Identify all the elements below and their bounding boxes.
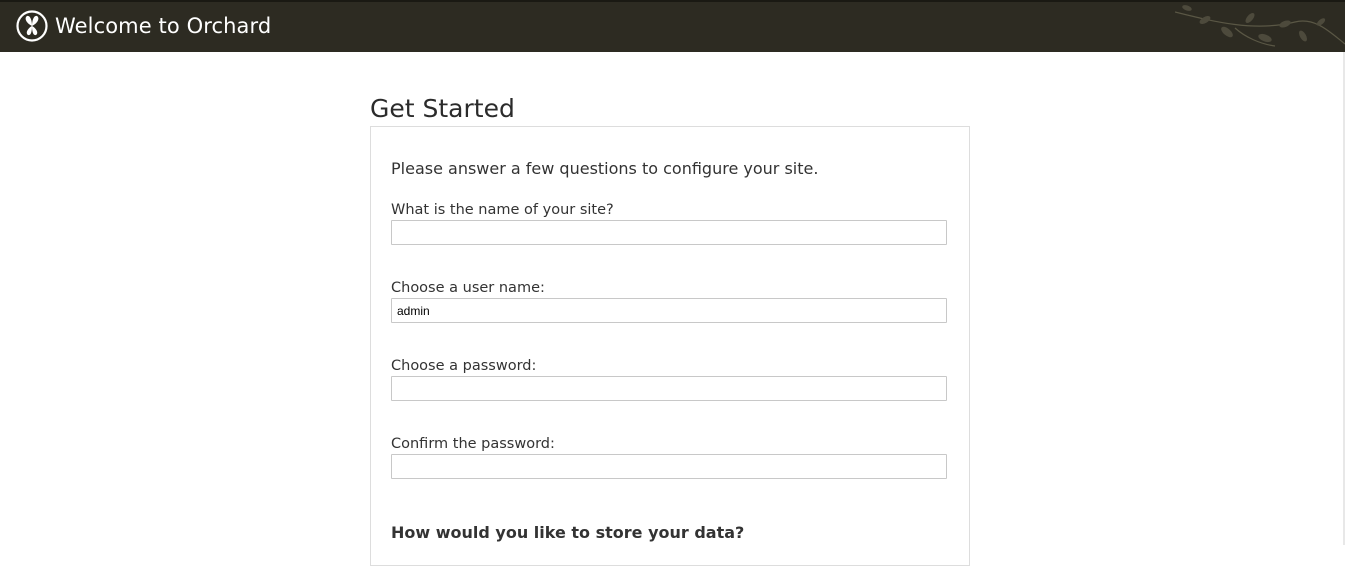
leaf-branch-icon <box>1175 5 1345 47</box>
site-header: Welcome to Orchard <box>0 0 1345 52</box>
confirm-password-input[interactable] <box>391 454 947 479</box>
intro-text: Please answer a few questions to configu… <box>391 159 819 178</box>
brand[interactable]: Welcome to Orchard <box>16 10 271 42</box>
setup-form-panel: Please answer a few questions to configu… <box>370 126 970 566</box>
confirm-password-label: Confirm the password: <box>391 436 555 452</box>
password-input[interactable] <box>391 376 947 401</box>
password-label: Choose a password: <box>391 358 537 374</box>
site-name-input[interactable] <box>391 220 947 245</box>
page-title: Get Started <box>370 94 515 123</box>
site-title: Welcome to Orchard <box>55 14 272 38</box>
orchard-logo-icon <box>16 10 48 42</box>
site-name-label: What is the name of your site? <box>391 202 614 218</box>
user-name-input[interactable] <box>391 298 947 323</box>
user-name-label: Choose a user name: <box>391 280 545 296</box>
data-storage-heading: How would you like to store your data? <box>391 523 745 542</box>
